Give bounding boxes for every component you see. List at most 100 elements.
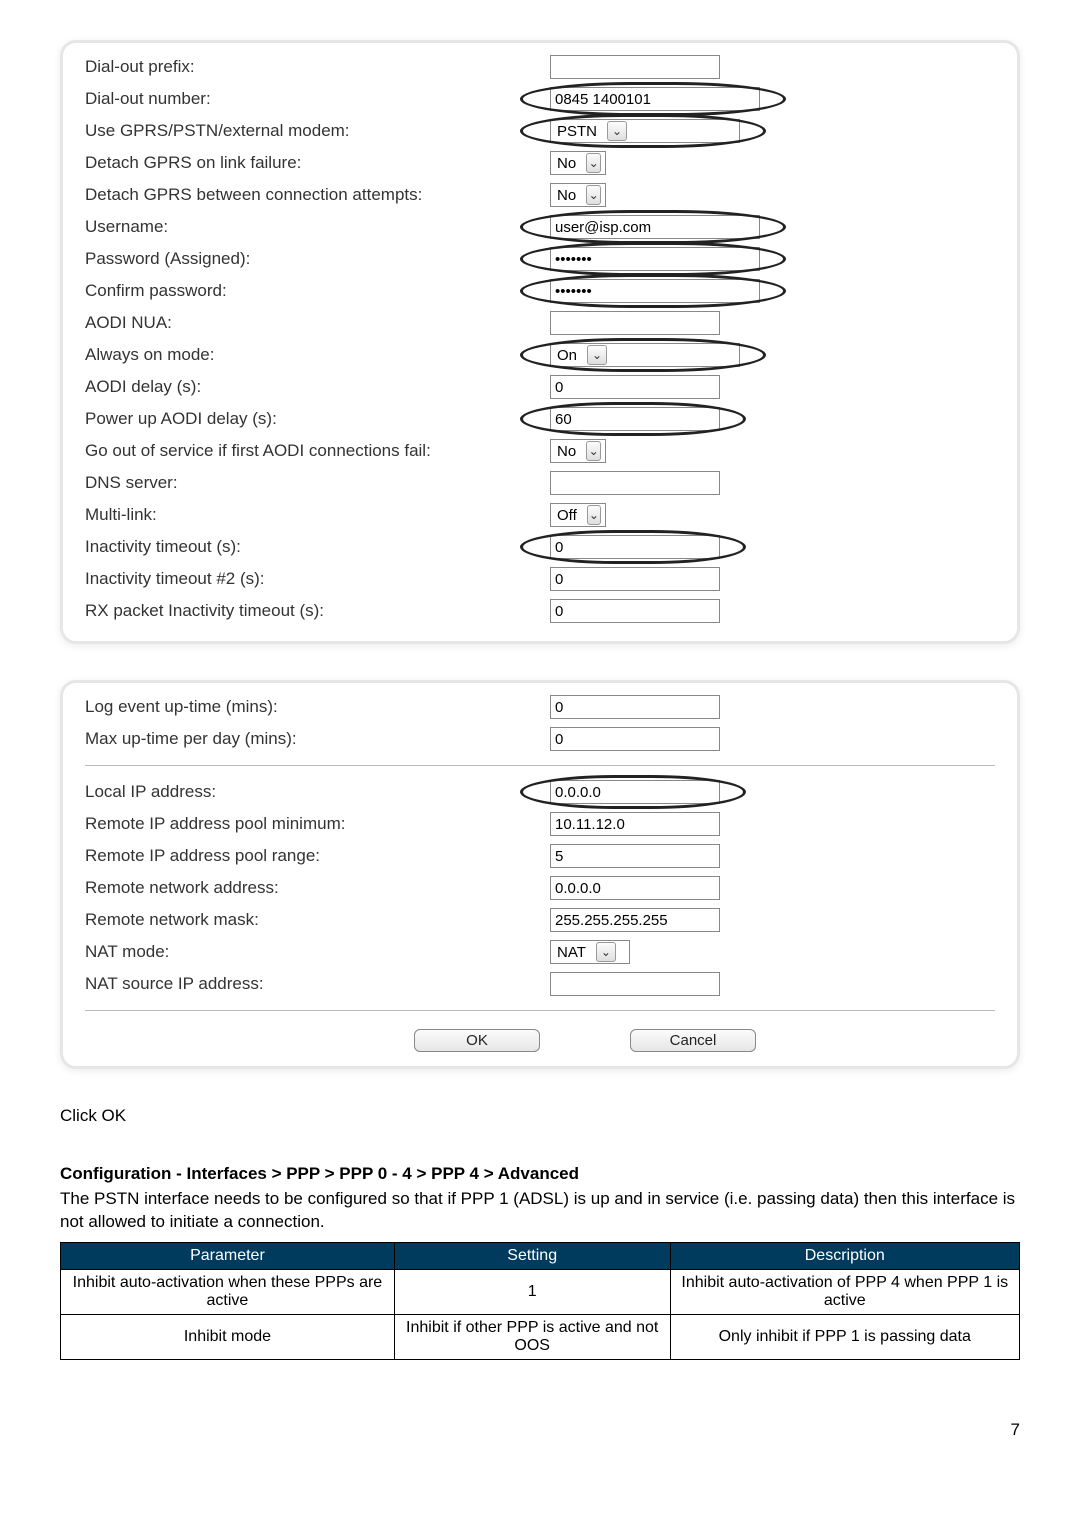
table-cell: Inhibit auto-activation of PPP 4 when PP… [670,1269,1019,1314]
text-input[interactable] [550,375,720,399]
select-value: No [557,443,576,460]
select-field[interactable]: NAT⌄ [550,940,630,964]
select-value: No [557,155,576,172]
settings-table: ParameterSettingDescription Inhibit auto… [60,1242,1020,1360]
section-body: The PSTN interface needs to be configure… [60,1188,1020,1234]
text-input[interactable] [550,844,720,868]
text-input[interactable] [550,599,720,623]
cancel-button[interactable]: Cancel [630,1029,756,1052]
form-row: Remote network mask: [85,904,995,936]
field-label: Remote IP address pool range: [85,843,540,869]
field-label: DNS server: [85,470,540,496]
form-row: Password (Assigned): [85,243,995,275]
form-row: Power up AODI delay (s): [85,403,995,435]
section-heading: Configuration - Interfaces > PPP > PPP 0… [60,1164,1020,1184]
field-label: Use GPRS/PSTN/external modem: [85,118,540,144]
select-field[interactable]: No ⌄ [550,151,606,175]
field-label: RX packet Inactivity timeout (s): [85,598,540,624]
field-label: Detach GPRS between connection attempts: [85,182,540,208]
form-row: Remote network address: [85,872,995,904]
field-label: Max up-time per day (mins): [85,726,540,752]
text-input[interactable] [550,87,760,111]
text-input[interactable] [550,55,720,79]
text-input[interactable] [550,567,720,591]
ok-button[interactable]: OK [414,1029,540,1052]
field-label: Confirm password: [85,278,540,304]
select-field[interactable]: PSTN ⌄ [550,119,740,143]
chevron-down-icon[interactable]: ⌄ [586,441,601,461]
text-input[interactable] [550,876,720,900]
text-input[interactable] [550,311,720,335]
text-input[interactable] [550,695,720,719]
field-label: Power up AODI delay (s): [85,406,540,432]
form-row: RX packet Inactivity timeout (s): [85,595,995,627]
form-row: Log event up-time (mins): [85,691,995,723]
chevron-down-icon[interactable]: ⌄ [587,345,607,365]
select-value: Off [557,507,577,524]
form-row: Detach GPRS on link failure: No ⌄ [85,147,995,179]
form-row: AODI NUA: [85,307,995,339]
chevron-down-icon[interactable]: ⌄ [596,942,616,962]
field-label: Local IP address: [85,779,540,805]
field-label: Password (Assigned): [85,246,540,272]
table-header: Setting [394,1242,670,1269]
table-cell: Only inhibit if PPP 1 is passing data [670,1314,1019,1359]
text-input[interactable] [550,535,720,559]
table-row: Inhibit modeInhibit if other PPP is acti… [61,1314,1020,1359]
field-label: AODI NUA: [85,310,540,336]
form-row: Max up-time per day (mins): [85,723,995,755]
chevron-down-icon[interactable]: ⌄ [607,121,627,141]
form-row: NAT mode: NAT⌄ [85,936,995,968]
form-row: Local IP address: [85,776,995,808]
chevron-down-icon[interactable]: ⌄ [586,185,601,205]
field-label: Log event up-time (mins): [85,694,540,720]
form-row: Remote IP address pool minimum: [85,808,995,840]
select-field[interactable]: No⌄ [550,183,606,207]
text-input[interactable] [550,407,720,431]
select-field[interactable]: No ⌄ [550,439,606,463]
text-input[interactable] [550,727,720,751]
field-label: Inactivity timeout #2 (s): [85,566,540,592]
field-label: Username: [85,214,540,240]
text-input[interactable] [550,215,760,239]
field-label: Go out of service if first AODI connecti… [85,438,540,464]
table-cell: Inhibit if other PPP is active and not O… [394,1314,670,1359]
field-label: Dial-out prefix: [85,54,540,80]
form-row: Multi-link:Off⌄ [85,499,995,531]
form-row: Username: [85,211,995,243]
table-cell: Inhibit auto-activation when these PPPs … [61,1269,395,1314]
click-ok-text: Click OK [60,1105,1020,1128]
table-row: Inhibit auto-activation when these PPPs … [61,1269,1020,1314]
table-header: Description [670,1242,1019,1269]
form-row: DNS server: [85,467,995,499]
field-label: NAT source IP address: [85,971,540,997]
text-input[interactable] [550,780,720,804]
text-input[interactable] [550,247,760,271]
chevron-down-icon[interactable]: ⌄ [587,505,601,525]
select-value: On [557,347,577,364]
text-input[interactable] [550,471,720,495]
chevron-down-icon[interactable]: ⌄ [586,153,601,173]
field-label: NAT mode: [85,939,540,965]
form-row: Remote IP address pool range: [85,840,995,872]
text-input[interactable] [550,279,760,303]
form-row: Inactivity timeout #2 (s): [85,563,995,595]
text-input[interactable] [550,908,720,932]
field-label: AODI delay (s): [85,374,540,400]
text-input[interactable] [550,972,720,996]
form-row: Always on mode: On ⌄ [85,339,995,371]
select-field[interactable]: Off ⌄ [550,503,606,527]
config-panel-1: Dial-out prefix:Dial-out number:Use GPRS… [60,40,1020,644]
config-panel-2: Log event up-time (mins): Max up-time per… [60,680,1020,1069]
field-label: Detach GPRS on link failure: [85,150,540,176]
table-cell: 1 [394,1269,670,1314]
table-header: Parameter [61,1242,395,1269]
text-input[interactable] [550,812,720,836]
select-field[interactable]: On ⌄ [550,343,740,367]
form-row: Detach GPRS between connection attempts:… [85,179,995,211]
form-row: Dial-out prefix: [85,51,995,83]
page-number: 7 [60,1420,1020,1440]
select-value: PSTN [557,123,597,140]
field-label: Always on mode: [85,342,540,368]
form-row: Use GPRS/PSTN/external modem: PSTN ⌄ [85,115,995,147]
